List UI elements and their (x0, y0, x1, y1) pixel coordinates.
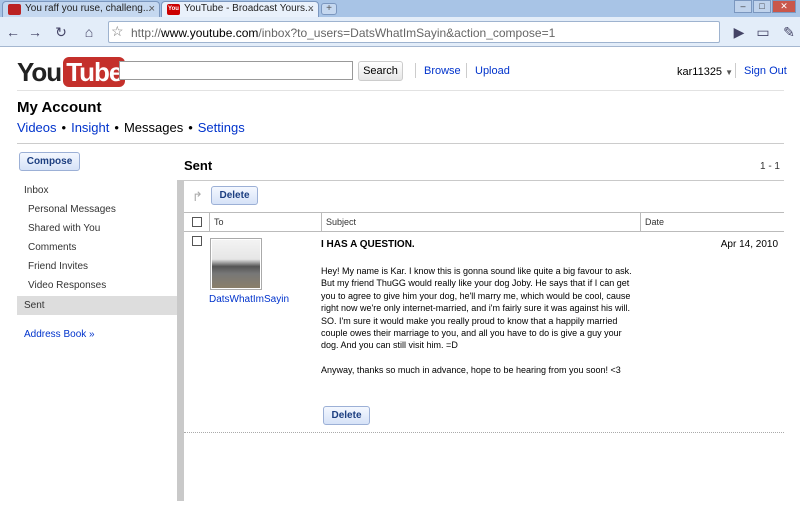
separator: • (114, 120, 119, 135)
minimize-icon[interactable]: – (734, 0, 752, 13)
address-bar[interactable]: ☆ http://www.youtube.com/inbox?to_users=… (108, 21, 720, 43)
chevron-down-icon: ▼ (725, 68, 734, 77)
address-book-link[interactable]: Address Book » (24, 329, 95, 340)
sign-out-link[interactable]: Sign Out (744, 65, 787, 77)
divider (17, 143, 784, 144)
message-checkbox[interactable] (192, 236, 202, 246)
message-date: Apr 14, 2010 (720, 239, 778, 250)
sidebar-item-shared-with-you[interactable]: Shared with You (17, 219, 177, 238)
sidebar: Inbox Personal Messages Shared with You … (17, 180, 177, 501)
browser-tab[interactable]: You raff you ruse, challeng... × (2, 1, 160, 17)
sidebar-item-personal-messages[interactable]: Personal Messages (17, 200, 177, 219)
nav-messages[interactable]: Messages (124, 120, 183, 135)
page-menu-icon[interactable]: ▭ (754, 23, 772, 41)
new-tab-button[interactable]: + (321, 3, 337, 15)
back-arrow-icon[interactable]: ← (4, 23, 22, 41)
sidebar-item-comments[interactable]: Comments (17, 238, 177, 257)
browse-link[interactable]: Browse (424, 65, 461, 77)
forward-arrow-icon[interactable]: → (26, 23, 44, 41)
close-tab-icon[interactable]: × (308, 2, 314, 16)
separator: • (61, 120, 67, 135)
search-button[interactable]: Search (358, 61, 403, 81)
account-nav: Videos • Insight • Messages • Settings (17, 120, 245, 135)
window-controls: – □ ✕ (734, 0, 796, 14)
avatar[interactable] (210, 238, 262, 290)
nav-settings[interactable]: Settings (198, 120, 245, 135)
message-subject: I HAS A QUESTION. (321, 239, 415, 250)
divider (735, 63, 736, 78)
search-input[interactable] (119, 61, 353, 80)
divider (466, 63, 467, 78)
divider (184, 180, 784, 181)
divider (415, 63, 416, 78)
separator: • (188, 120, 193, 135)
logo-you-text: You (17, 56, 62, 87)
maximize-icon[interactable]: □ (753, 0, 771, 13)
sidebar-item-sent[interactable]: Sent (17, 296, 177, 315)
close-window-icon[interactable]: ✕ (772, 0, 796, 13)
sender-link[interactable]: DatsWhatImSayin (209, 294, 289, 305)
tab-title: YouTube - Broadcast Yours... (184, 3, 314, 14)
reply-arrow-icon[interactable]: ↱ (192, 189, 203, 205)
youtube-favicon-icon: You (167, 4, 180, 15)
tab-title: You raff you ruse, challeng... (25, 3, 152, 14)
user-menu[interactable]: kar11325 ▼ (677, 66, 733, 78)
reload-icon[interactable]: ↻ (52, 23, 70, 41)
browser-tab-bar: You raff you ruse, challeng... × You You… (0, 0, 800, 17)
sidebar-item-inbox[interactable]: Inbox (17, 181, 177, 200)
close-tab-icon[interactable]: × (149, 2, 155, 16)
column-subject[interactable]: Subject (321, 213, 641, 231)
username: kar11325 (677, 66, 723, 78)
nav-videos[interactable]: Videos (17, 120, 57, 135)
delete-button[interactable]: Delete (211, 186, 258, 205)
browser-toolbar: ← → ↻ ⌂ ☆ http://www.youtube.com/inbox?t… (0, 17, 800, 47)
column-date[interactable]: Date (640, 213, 784, 231)
message-body: Hey! My name is Kar. I know this is gonn… (321, 265, 641, 376)
home-icon[interactable]: ⌂ (80, 23, 98, 41)
column-to[interactable]: To (209, 213, 322, 231)
page-title: My Account (17, 99, 102, 116)
youtube-logo[interactable]: You Tube (17, 56, 126, 88)
divider (17, 90, 784, 91)
compose-button[interactable]: Compose (19, 152, 80, 171)
sidebar-item-video-responses[interactable]: Video Responses (17, 276, 177, 295)
bookmark-star-icon[interactable]: ☆ (111, 23, 124, 40)
browser-tab-active[interactable]: You YouTube - Broadcast Yours... × (161, 1, 319, 17)
favicon-icon (8, 4, 21, 15)
table-header: To Subject Date (184, 212, 784, 232)
url-text: http://www.youtube.com/inbox?to_users=Da… (131, 26, 556, 40)
message-paragraph: Anyway, thanks so much in advance, hope … (321, 364, 621, 375)
delete-message-button[interactable]: Delete (323, 406, 370, 425)
folder-title: Sent (184, 158, 213, 173)
sidebar-item-friend-invites[interactable]: Friend Invites (17, 257, 177, 276)
logo-tube-text: Tube (63, 57, 126, 87)
pagination-count: 1 - 1 (759, 161, 780, 172)
column-divider (177, 180, 184, 501)
play-icon[interactable]: ▶ (730, 23, 748, 41)
upload-link[interactable]: Upload (475, 65, 510, 77)
wrench-icon[interactable]: ✎ (780, 23, 798, 41)
message-paragraph: Hey! My name is Kar. I know this is gonn… (321, 266, 632, 351)
select-all-checkbox[interactable] (192, 217, 202, 227)
nav-insight[interactable]: Insight (71, 120, 109, 135)
avatar-image (212, 240, 260, 288)
divider (184, 432, 784, 433)
